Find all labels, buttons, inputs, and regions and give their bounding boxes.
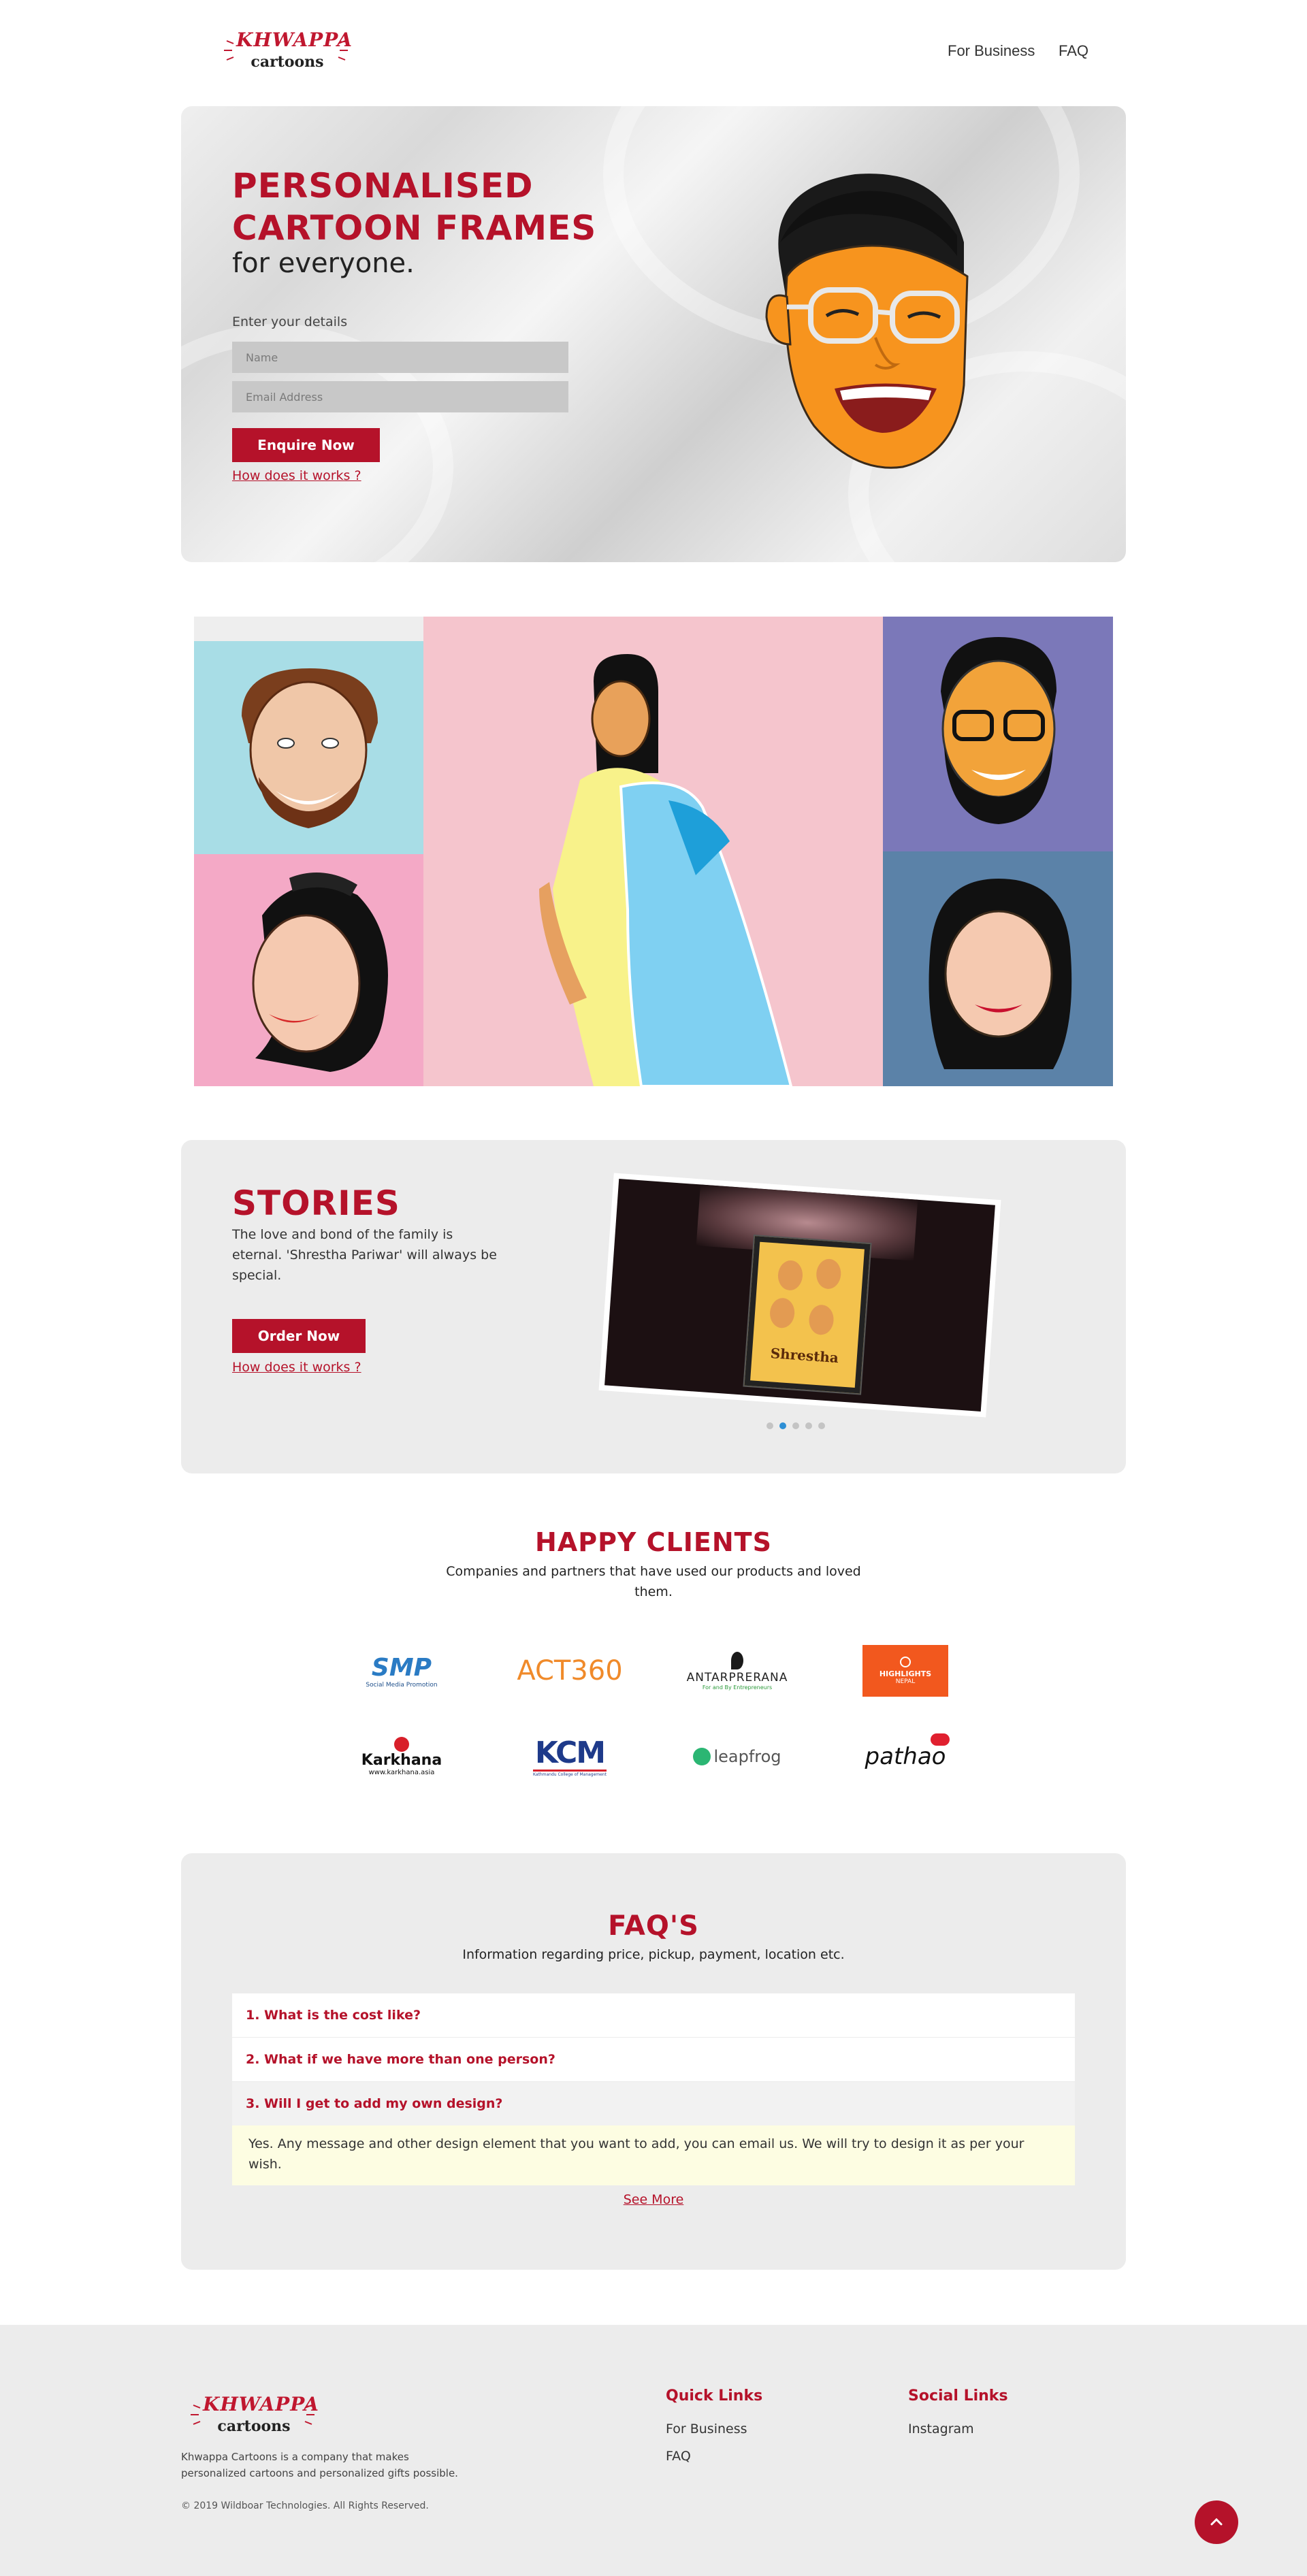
nav-faq[interactable]: FAQ [1059,42,1088,60]
form-label: Enter your details [232,314,348,329]
slider-dot-active[interactable] [779,1422,786,1429]
client-logo-karkhana: Karkhana www.karkhana.asia [344,1726,459,1787]
client-name: ACT360 [517,1655,623,1686]
hero-title-line2: CARTOON FRAMES [232,208,597,248]
gallery-tile-smiling-woman [883,851,1113,1086]
clients-subtitle: Companies and partners that have used ou… [446,1564,861,1599]
gallery-tile-glasses-man [883,617,1113,851]
frog-icon [693,1748,711,1765]
story-photo: Shrestha [604,1179,995,1412]
cartoon-woman-dark-hair [252,873,388,1072]
logo-wordmark: KHWAPPA [203,2393,319,2415]
hero-section: PERSONALISED CARTOON FRAMES for everyone… [181,106,1126,562]
logo-subtitle: cartoons [251,53,324,71]
gallery-tile-bearded-man [194,641,423,854]
client-logo-leapfrog: leapfrog [679,1726,795,1787]
faq-answer: Yes. Any message and other design elemen… [232,2125,1075,2185]
order-now-button[interactable]: Order Now [232,1319,366,1353]
bike-icon [931,1733,950,1746]
client-caption: Social Media Promotion [366,1681,438,1689]
logo-wordmark: KHWAPPA [236,29,353,51]
slider-dots [767,1422,825,1429]
slider-dot[interactable] [805,1422,812,1429]
hero-title-line1: PERSONALISED [232,166,534,206]
client-logo-smp: SMP Social Media Promotion [344,1640,459,1701]
client-logo-highlights: HIGHLIGHTS NEPAL [848,1640,963,1701]
frame-caption: Shrestha [769,1345,839,1367]
slider-dot[interactable] [792,1422,799,1429]
name-input[interactable] [232,342,568,373]
faq-subtitle: Information regarding price, pickup, pay… [462,1947,845,1962]
faq-question-open[interactable]: 3. Will I get to add my own design? [232,2082,1075,2125]
faq-section: FAQ'S Information regarding price, picku… [181,1853,1126,2270]
story-slide-image[interactable]: Shrestha [598,1173,1001,1418]
client-caption: For and By Entrepreneurs [702,1684,773,1691]
client-name: SMP [371,1653,432,1682]
cartoon-man-glasses-beard [941,637,1056,824]
footer-link-instagram[interactable]: Instagram [908,2422,974,2436]
cartoon-man-illustration [765,174,969,469]
brand-logo[interactable]: KHWAPPA cartoons [221,26,353,75]
stories-description: The love and bond of the family is etern… [232,1227,497,1283]
framed-cartoon: Shrestha [744,1236,871,1394]
client-logo-antarprerana: ANTARPRERANA For and By Entrepreneurs [679,1640,795,1701]
bulb-icon [900,1657,911,1667]
footer-link-for-business[interactable]: For Business [666,2422,747,2436]
footer-logo[interactable]: KHWAPPA cartoons [188,2390,319,2439]
cartoon-gallery [194,617,1113,1086]
quick-links-heading: Quick Links [666,2387,763,2404]
how-it-works-link[interactable]: How does it works ? [232,468,361,483]
clients-title: HAPPY CLIENTS [535,1527,772,1557]
footer-link-faq[interactable]: FAQ [666,2449,691,2464]
client-caption: www.karkhana.asia [368,1769,435,1776]
enquire-button[interactable]: Enquire Now [232,428,380,462]
footer-description: Khwappa Cartoons is a company that makes… [181,2451,458,2479]
stories-section: STORIES The love and bond of the family … [181,1140,1126,1473]
back-to-top-button[interactable] [1195,2500,1238,2544]
logo-subtitle: cartoons [217,2417,291,2435]
slider-dot[interactable] [767,1422,773,1429]
cartoon-bearded-man [242,668,378,828]
stories-how-it-works-link[interactable]: How does it works ? [232,1360,361,1375]
slider-dot[interactable] [818,1422,825,1429]
gallery-tile-woman-hair [194,854,423,1086]
nav-for-business[interactable]: For Business [948,42,1035,60]
client-caption: NEPAL [895,1678,916,1685]
cartoon-woman-saree [539,654,793,1086]
email-input[interactable] [232,381,568,412]
chevron-up-icon [1210,2517,1223,2526]
hero-subtitle: for everyone. [232,248,415,279]
faq-see-more-link[interactable]: See More [181,2192,1126,2207]
client-name: KCM [534,1735,606,1770]
site-footer: KHWAPPA cartoons Khwappa Cartoons is a c… [0,2325,1307,2576]
faq-question[interactable]: 1. What is the cost like? [232,1993,1075,2037]
site-header: KHWAPPA cartoons For Business FAQ [0,0,1307,102]
gallery-tile-saree-woman [423,617,883,1086]
client-name: HIGHLIGHTS [879,1669,932,1678]
hero-title: PERSONALISED CARTOON FRAMES [232,165,596,249]
gear-icon [393,1737,409,1752]
client-logo-pathao: pathao [848,1726,963,1787]
stories-title: STORIES [232,1184,400,1223]
client-caption: Kathmandu College of Management [532,1769,607,1777]
client-name: leapfrog [713,1747,781,1766]
footer-copyright: © 2019 Wildboar Technologies. All Rights… [181,2500,429,2511]
cartoon-smiling-woman [929,879,1072,1069]
client-name: pathao [865,1743,946,1770]
client-logo-kcm: KCM Kathmandu College of Management [512,1726,628,1787]
social-links-heading: Social Links [908,2387,1008,2404]
client-logo-act360: ACT360 [512,1640,628,1701]
faq-question[interactable]: 2. What if we have more than one person? [232,2038,1075,2081]
client-name: ANTARPRERANA [686,1670,788,1684]
leaf-icon [730,1651,743,1669]
faq-title: FAQ'S [608,1910,699,1942]
client-name: Karkhana [361,1752,442,1769]
